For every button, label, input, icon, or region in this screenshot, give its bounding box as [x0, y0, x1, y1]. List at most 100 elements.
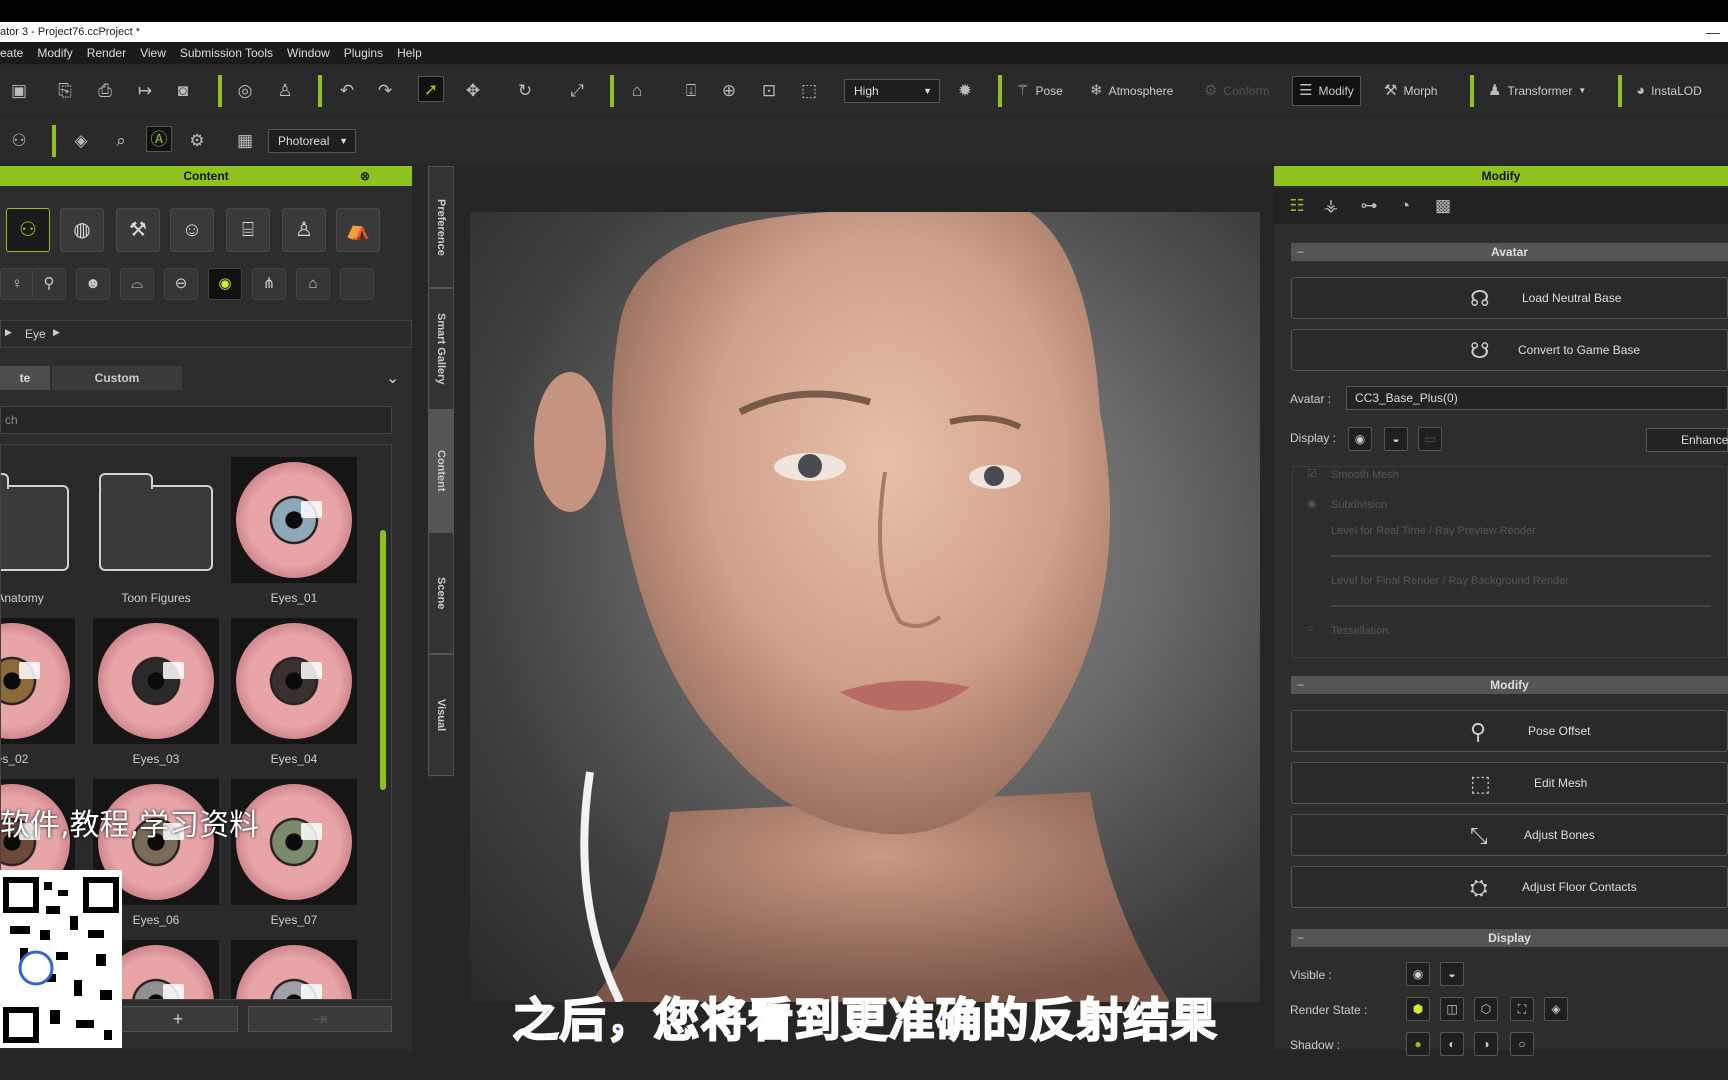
chevron-right-icon[interactable]: ▶	[5, 327, 12, 338]
folder-item[interactable]	[93, 457, 219, 583]
collapse-icon[interactable]: −	[1297, 676, 1304, 694]
sub-teeth[interactable]: ⌂	[296, 268, 330, 300]
shadow-receive-icon[interactable]: ◑	[1474, 1032, 1498, 1056]
sub-arms[interactable]: ⚲	[32, 268, 66, 300]
pose-tool-icon[interactable]: ♙	[272, 78, 298, 104]
chevron-right-icon[interactable]: ▶	[53, 327, 60, 338]
render-cube-icon[interactable]: ◫	[1440, 997, 1464, 1021]
sub-body[interactable]: ♀	[0, 268, 34, 300]
sub-ear[interactable]: ⌓	[120, 268, 154, 300]
tab-scene[interactable]: Scene	[428, 532, 454, 654]
category-materials[interactable]: ◍	[60, 208, 104, 252]
import-icon[interactable]: ⎘	[52, 78, 78, 104]
zoom-icon[interactable]: ⌕	[108, 128, 134, 154]
eye-thumbnail[interactable]	[231, 457, 357, 583]
modify-section-header[interactable]: − Modify	[1291, 676, 1728, 694]
sub-face[interactable]: ☻	[76, 268, 110, 300]
add-button[interactable]: +	[118, 1006, 238, 1032]
auto-icon[interactable]: Ⓐ	[146, 126, 172, 152]
sub-eye[interactable]: ◉	[208, 268, 242, 300]
close-icon[interactable]: ⊗	[360, 166, 370, 186]
send-icon[interactable]: ↦	[132, 78, 158, 104]
tab-template[interactable]: te	[0, 366, 50, 390]
eye-thumbnail[interactable]	[93, 618, 219, 744]
menu-plugins[interactable]: Plugins	[344, 46, 383, 60]
menu-create[interactable]: eate	[0, 46, 23, 60]
category-tools[interactable]: ⚒	[116, 208, 160, 252]
category-props[interactable]: ⌸	[226, 208, 270, 252]
category-motion[interactable]: ♙	[282, 208, 326, 252]
minimize-icon[interactable]: —	[1706, 22, 1720, 42]
enhance-button[interactable]: Enhance	[1646, 428, 1728, 452]
focus-icon[interactable]: ⊡	[756, 78, 782, 104]
export-icon[interactable]: ⎙	[92, 78, 118, 104]
avatar-field[interactable]: CC3_Base_Plus(0)	[1346, 386, 1728, 410]
convert-game-base-button[interactable]: ☋ Convert to Game Base	[1291, 329, 1728, 371]
adjust-bones-button[interactable]: ⤡ Adjust Bones	[1291, 814, 1728, 856]
render-icon[interactable]: ◎	[232, 78, 258, 104]
pose-offset-button[interactable]: ⚲ Pose Offset	[1291, 710, 1728, 752]
redo-icon[interactable]: ↷	[372, 78, 398, 104]
shadow-off-icon[interactable]: ○	[1510, 1032, 1534, 1056]
pose-tab-icon[interactable]: ⚶	[1318, 193, 1344, 219]
menu-help[interactable]: Help	[397, 46, 422, 60]
category-head[interactable]: ☺	[170, 208, 214, 252]
search-input[interactable]: ch	[0, 406, 392, 434]
menu-window[interactable]: Window	[287, 46, 330, 60]
box-icon[interactable]: ◈	[68, 128, 94, 154]
sub-empty[interactable]	[340, 268, 374, 300]
move-icon[interactable]: ✥	[460, 78, 486, 104]
render-box-icon[interactable]: ⛶	[1510, 997, 1534, 1021]
settings-icon[interactable]: ⚙	[184, 128, 210, 154]
tab-preference[interactable]: Preference	[428, 166, 454, 288]
render-solid-icon[interactable]: ⬢	[1406, 997, 1430, 1021]
transformer-button[interactable]: ♟ Transformer ▼	[1488, 76, 1586, 106]
display-section-header[interactable]: − Display	[1291, 929, 1728, 947]
wire-display-icon[interactable]: ◒	[1384, 427, 1408, 451]
render-wire-cube-icon[interactable]: ⬡	[1474, 997, 1498, 1021]
avatar-section-header[interactable]: − Avatar	[1291, 243, 1728, 261]
material-tab-icon[interactable]: ◔	[1392, 193, 1418, 219]
scrollbar[interactable]	[380, 530, 386, 790]
menu-modify[interactable]: Modify	[37, 46, 72, 60]
sub-eyelash[interactable]: ⋔	[252, 268, 286, 300]
breadcrumb-item-eye[interactable]: Eye	[25, 327, 46, 341]
eye-display-icon[interactable]: ◉	[1348, 427, 1372, 451]
collapse-icon[interactable]: −	[1297, 929, 1304, 947]
scale-icon[interactable]: ⤢	[564, 78, 590, 104]
render-xray-icon[interactable]: ◈	[1544, 997, 1568, 1021]
folder-item[interactable]	[1, 457, 75, 583]
home-icon[interactable]: ⌂	[624, 78, 650, 104]
edit-mesh-button[interactable]: ⬚ Edit Mesh	[1291, 762, 1728, 804]
atmosphere-button[interactable]: ❄ Atmosphere	[1090, 76, 1173, 106]
pose-button[interactable]: ⚚ Pose	[1016, 76, 1063, 106]
camera-view-icon[interactable]: ⬚	[796, 78, 822, 104]
category-characters[interactable]: ⚇	[6, 208, 50, 252]
eye-thumbnail[interactable]	[231, 618, 357, 744]
morph-tab-icon[interactable]: ⊶	[1356, 193, 1382, 219]
morph-button[interactable]: ⚒ Morph	[1384, 76, 1437, 106]
collapse-icon[interactable]: −	[1297, 243, 1304, 261]
tab-custom[interactable]: Custom	[52, 366, 182, 390]
light-icon[interactable]: ✹	[952, 78, 978, 104]
tab-visual[interactable]: Visual	[428, 654, 454, 776]
3d-viewport[interactable]	[470, 212, 1260, 1002]
tab-smart-gallery[interactable]: Smart Gallery	[428, 288, 454, 410]
select-icon[interactable]: ➚	[418, 76, 444, 102]
sub-mouth[interactable]: ⊖	[164, 268, 198, 300]
chevron-down-circle-icon[interactable]: ⌄	[386, 368, 399, 388]
eye-thumbnail[interactable]	[231, 940, 357, 999]
tab-content[interactable]: Content	[428, 410, 454, 532]
menu-render[interactable]: Render	[87, 46, 126, 60]
menu-submission-tools[interactable]: Submission Tools	[180, 46, 273, 60]
adjust-floor-contacts-button[interactable]: ⛭ Adjust Floor Contacts	[1291, 866, 1728, 908]
camera-icon[interactable]: ◙	[170, 78, 196, 104]
frame-icon[interactable]: ⊕	[716, 78, 742, 104]
save-icon[interactable]: ▣	[6, 78, 32, 104]
texture-tab-icon[interactable]: ▩	[1430, 193, 1456, 219]
load-neutral-base-button[interactable]: ☊ Load Neutral Base	[1291, 277, 1728, 319]
align-icon[interactable]: ⍗	[678, 78, 704, 104]
modify-button[interactable]: ☰ Modify	[1292, 76, 1361, 106]
undo-icon[interactable]: ↶	[334, 78, 360, 104]
calendar-icon[interactable]: ▦	[232, 128, 258, 154]
